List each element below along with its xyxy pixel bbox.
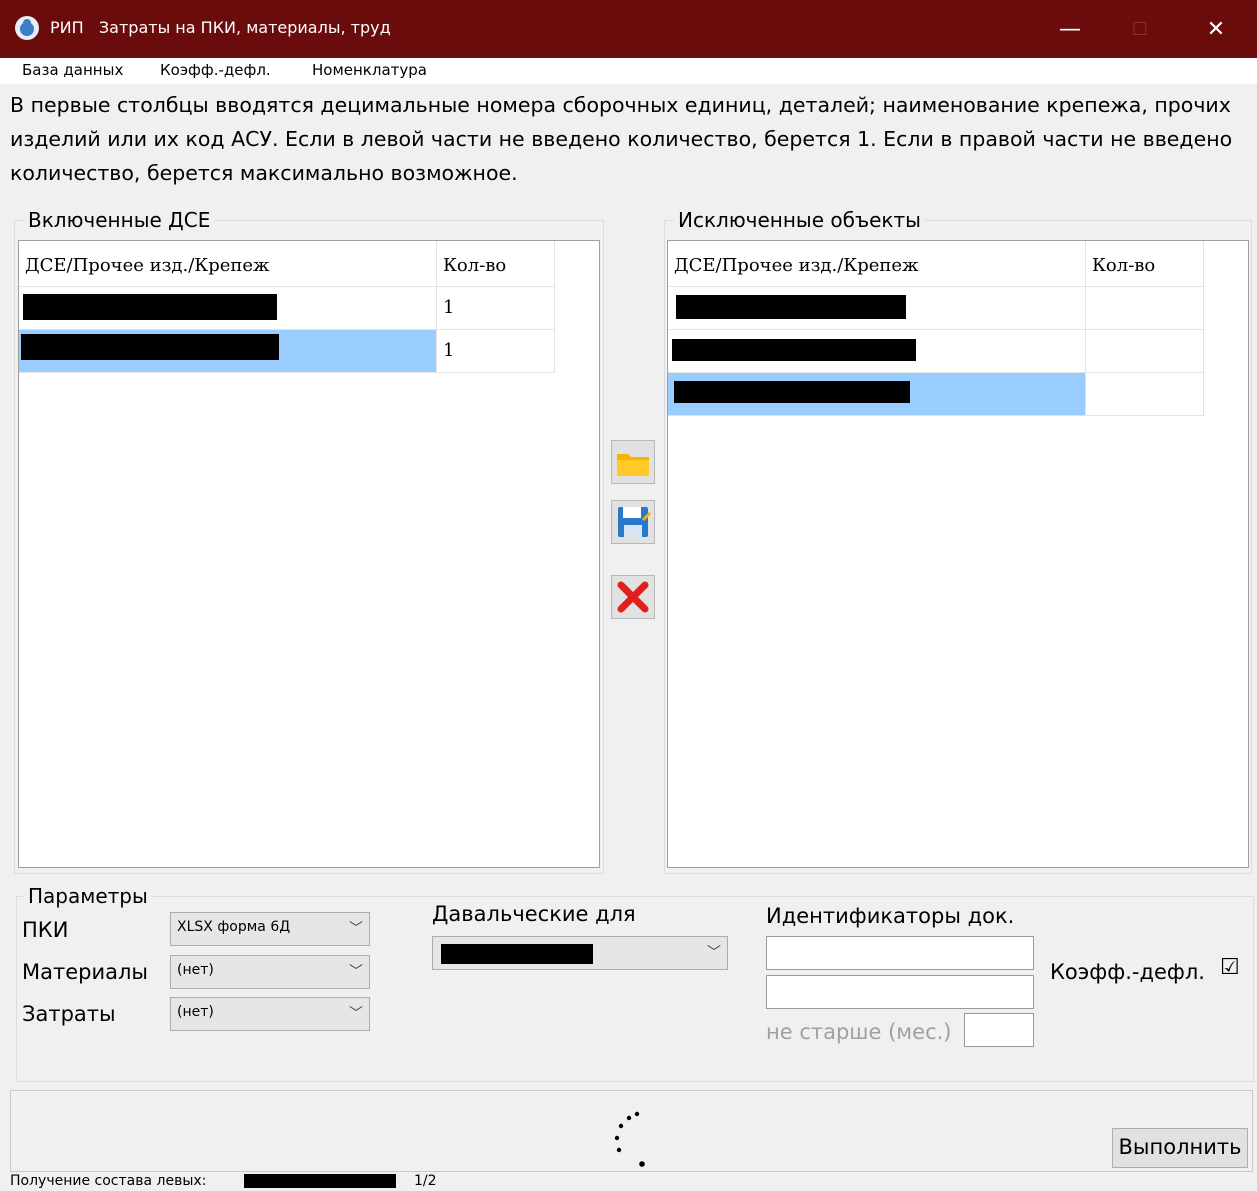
- folder-icon: [617, 454, 649, 476]
- pki-select[interactable]: XLSX форма 6Д ﹀: [170, 912, 370, 946]
- included-qty-cell[interactable]: 1: [437, 287, 555, 330]
- table-row-selected[interactable]: [19, 330, 437, 373]
- deflator-label: Коэфф.-дефл.: [1050, 960, 1205, 984]
- table-row[interactable]: [668, 287, 1086, 330]
- costs-label: Затраты: [22, 1002, 116, 1026]
- window-title-text: Затраты на ПКИ, материалы, труд: [98, 18, 391, 37]
- menu-deflator[interactable]: Коэфф.-дефл.: [160, 61, 271, 79]
- chevron-down-icon: ﹀: [707, 945, 721, 961]
- excluded-header-qty[interactable]: Кол-во: [1086, 241, 1204, 287]
- excluded-group-title: Исключенные объекты: [674, 208, 925, 232]
- parameters-title: Параметры: [24, 884, 152, 908]
- age-label: не старше (мес.): [766, 1020, 952, 1044]
- title-bar: РИП Затраты на ПКИ, материалы, труд — ☐ …: [0, 0, 1257, 58]
- delete-button[interactable]: [611, 575, 655, 619]
- included-group-title: Включенные ДСЕ: [24, 208, 215, 232]
- delete-x-icon: [617, 581, 649, 613]
- pki-label: ПКИ: [22, 918, 69, 942]
- app-icon: [15, 16, 39, 40]
- window-title: РИП Затраты на ПКИ, материалы, труд: [50, 18, 391, 37]
- chevron-down-icon: ﹀: [349, 921, 363, 937]
- included-header-name[interactable]: ДСЕ/Прочее изд./Крепеж: [19, 241, 437, 287]
- close-icon[interactable]: ✕: [1186, 0, 1246, 58]
- maximize-icon: ☐: [1131, 18, 1149, 40]
- materials-select[interactable]: (нет) ﹀: [170, 955, 370, 989]
- status-text: Получение состава левых:: [10, 1173, 207, 1189]
- materials-select-value: (нет): [177, 962, 214, 978]
- chevron-down-icon: ﹀: [349, 964, 363, 980]
- menu-nomenclature[interactable]: Номенклатура: [312, 61, 427, 79]
- pki-select-value: XLSX форма 6Д: [177, 919, 291, 935]
- redacted-block: [672, 339, 916, 361]
- materials-label: Материалы: [22, 960, 148, 984]
- redacted-block: [676, 295, 906, 319]
- included-header-qty[interactable]: Кол-во: [437, 241, 555, 287]
- excluded-qty-cell[interactable]: [1086, 287, 1204, 330]
- excluded-qty-cell[interactable]: [1086, 330, 1204, 373]
- costs-select-value: (нет): [177, 1004, 214, 1020]
- redacted-block: [674, 381, 910, 403]
- open-file-button[interactable]: [611, 440, 655, 484]
- redacted-block: [21, 334, 279, 360]
- run-button[interactable]: Выполнить: [1112, 1128, 1248, 1168]
- save-file-button[interactable]: [611, 500, 655, 544]
- toll-select[interactable]: ﹀: [432, 936, 728, 970]
- status-bar: Получение состава левых: 1/2: [0, 1172, 1257, 1191]
- menu-database[interactable]: База данных: [22, 61, 123, 79]
- redacted-block: [441, 944, 593, 964]
- status-counter: 1/2: [414, 1173, 437, 1189]
- age-input[interactable]: [964, 1013, 1034, 1047]
- redacted-block: [244, 1174, 396, 1188]
- table-row[interactable]: [19, 287, 437, 330]
- info-text: В первые столбцы вводятся децимальные но…: [10, 93, 1233, 185]
- included-qty-cell[interactable]: 1: [437, 330, 555, 373]
- excluded-qty-cell[interactable]: [1086, 373, 1204, 416]
- table-row[interactable]: [668, 330, 1086, 373]
- loading-spinner-icon: [614, 1111, 645, 1167]
- app-name: РИП: [50, 18, 84, 37]
- deflator-checkbox[interactable]: ☑: [1220, 955, 1240, 980]
- excluded-list[interactable]: ДСЕ/Прочее изд./Крепеж Кол-во: [667, 240, 1249, 868]
- minimize-icon[interactable]: —: [1040, 0, 1100, 58]
- doc-ids-label: Идентификаторы док.: [766, 904, 1015, 928]
- included-list[interactable]: ДСЕ/Прочее изд./Крепеж Кол-во 1 1: [18, 240, 600, 868]
- costs-select[interactable]: (нет) ﹀: [170, 997, 370, 1031]
- save-icon: [618, 507, 651, 537]
- chevron-down-icon: ﹀: [349, 1006, 363, 1022]
- doc-id-input-1[interactable]: [766, 936, 1034, 970]
- redacted-block: [23, 294, 277, 320]
- excluded-header-name[interactable]: ДСЕ/Прочее изд./Крепеж: [668, 241, 1086, 287]
- menu-bar: База данных Коэфф.-дефл. Номенклатура: [0, 58, 1257, 84]
- doc-id-input-2[interactable]: [766, 975, 1034, 1009]
- table-row-selected[interactable]: [668, 373, 1086, 416]
- toll-label: Давальческие для: [432, 902, 636, 926]
